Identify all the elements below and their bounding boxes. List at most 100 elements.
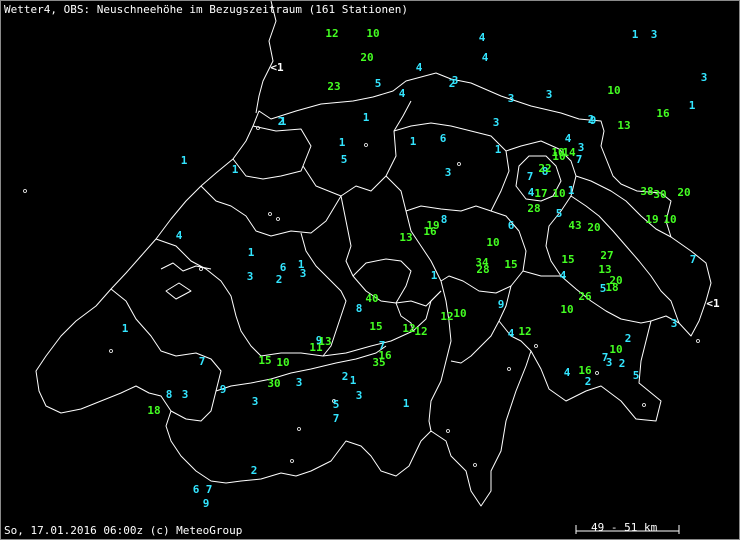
station-value: 3: [445, 166, 452, 179]
station-value: 1: [495, 143, 502, 156]
station-dot: [696, 339, 700, 343]
station-value: <1: [270, 61, 284, 74]
station-value: 1: [122, 322, 129, 335]
station-value: 7: [690, 253, 697, 266]
station-value: 2: [342, 370, 349, 383]
station-value: 15: [561, 253, 574, 266]
station-value: 4: [560, 269, 567, 282]
station-value: 4: [508, 327, 515, 340]
station-value: 10: [609, 343, 622, 356]
station-value: 13: [617, 119, 630, 132]
station-value: 3: [356, 389, 363, 402]
station-value: 1: [339, 136, 346, 149]
canton-border: [232, 158, 304, 180]
station-value: 10: [663, 213, 676, 226]
station-value: 19: [426, 219, 439, 232]
station-value: 5: [341, 153, 348, 166]
station-value: 3: [546, 88, 553, 101]
station-value: 15: [369, 320, 382, 333]
station-dot: [109, 349, 113, 353]
station-value: 18: [147, 404, 160, 417]
station-value: 4: [416, 61, 423, 74]
station-value: 1: [632, 28, 639, 41]
station-value: 4: [564, 366, 571, 379]
station-value: 20: [360, 51, 373, 64]
station-dot: [276, 217, 280, 221]
station-value: 23: [327, 80, 340, 93]
station-dot: [268, 212, 272, 216]
station-value: 10: [486, 236, 499, 249]
station-value: 2: [276, 273, 283, 286]
station-dot: [23, 189, 27, 193]
station-value: 4: [399, 87, 406, 100]
station-value: 7: [527, 170, 534, 183]
station-value: 1: [410, 135, 417, 148]
station-dot: [473, 463, 477, 467]
station-value: 6: [193, 483, 200, 496]
station-dot: [290, 459, 294, 463]
station-value: 3: [296, 376, 303, 389]
station-dot: [534, 344, 538, 348]
station-value: 40: [365, 292, 378, 305]
station-value: 2: [278, 115, 285, 128]
station-value: 12: [325, 27, 338, 40]
station-value: 43: [568, 219, 581, 232]
footer-copyright: So, 17.01.2016 06:00z (c) MeteoGroup: [4, 524, 243, 537]
station-value: 1: [232, 163, 239, 176]
station-value: 1: [350, 374, 357, 387]
station-dot: [364, 143, 368, 147]
station-value: 10: [276, 356, 289, 369]
station-value: 16: [656, 107, 670, 120]
station-value: 13: [318, 335, 331, 348]
station-value: 5: [333, 398, 340, 411]
station-labels: 12 102023 54341144323<121 33163310210 39 1316…: [122, 27, 720, 510]
station-value: 2: [625, 332, 632, 345]
station-value: 10: [366, 27, 379, 40]
canton-border: [340, 195, 442, 307]
station-dot: [446, 429, 450, 433]
station-value: 1: [568, 184, 575, 197]
station-value: 6: [508, 219, 515, 232]
station-value: 2: [585, 375, 592, 388]
station-value: 26: [578, 290, 592, 303]
station-value: 1: [403, 397, 410, 410]
station-value: 4: [565, 132, 572, 145]
station-dot: [507, 367, 511, 371]
switzerland-map: 12 102023 54341144323<121 33163310210 39 1316…: [23, 1, 720, 534]
station-value: 1: [363, 111, 370, 124]
station-value: 3: [252, 395, 259, 408]
station-value: 12: [414, 325, 427, 338]
canton-border: [450, 270, 561, 364]
station-value: 7: [576, 153, 583, 166]
rhine-line: [255, 1, 277, 114]
station-value: 4: [482, 51, 489, 64]
station-value: 3: [182, 388, 189, 401]
station-value: 4: [479, 31, 486, 44]
station-value: 1: [689, 99, 696, 112]
station-value: 3: [508, 92, 515, 105]
station-value: <1: [706, 297, 720, 310]
station-value: 17: [534, 187, 547, 200]
station-value: 38: [640, 185, 653, 198]
station-value: 12: [518, 325, 531, 338]
station-value: 19: [645, 213, 658, 226]
station-dot: [642, 403, 646, 407]
station-value: 15: [258, 354, 271, 367]
station-value: 7: [199, 355, 206, 368]
station-dot: [457, 162, 461, 166]
station-value: 22: [538, 162, 551, 175]
station-value: 9: [590, 114, 597, 127]
station-value: 3: [493, 116, 500, 129]
station-value: 3: [300, 267, 307, 280]
station-value: 27: [600, 249, 613, 262]
station-value: 10: [552, 150, 565, 163]
station-value: 2: [619, 357, 626, 370]
station-dot: [297, 427, 301, 431]
map-frame: 12 10 20 23 5 4 3 4 1 1 4 4 3 2 3 <1 2 1 3 3 1 6 3 3 10 2 10 3 9 13 16…: [0, 0, 740, 540]
station-value: 10: [552, 187, 565, 200]
station-value: 8: [166, 388, 173, 401]
station-dot: [199, 267, 203, 271]
canton-border: [200, 185, 342, 237]
station-value: 6: [440, 132, 447, 145]
station-value: 9: [220, 383, 227, 396]
